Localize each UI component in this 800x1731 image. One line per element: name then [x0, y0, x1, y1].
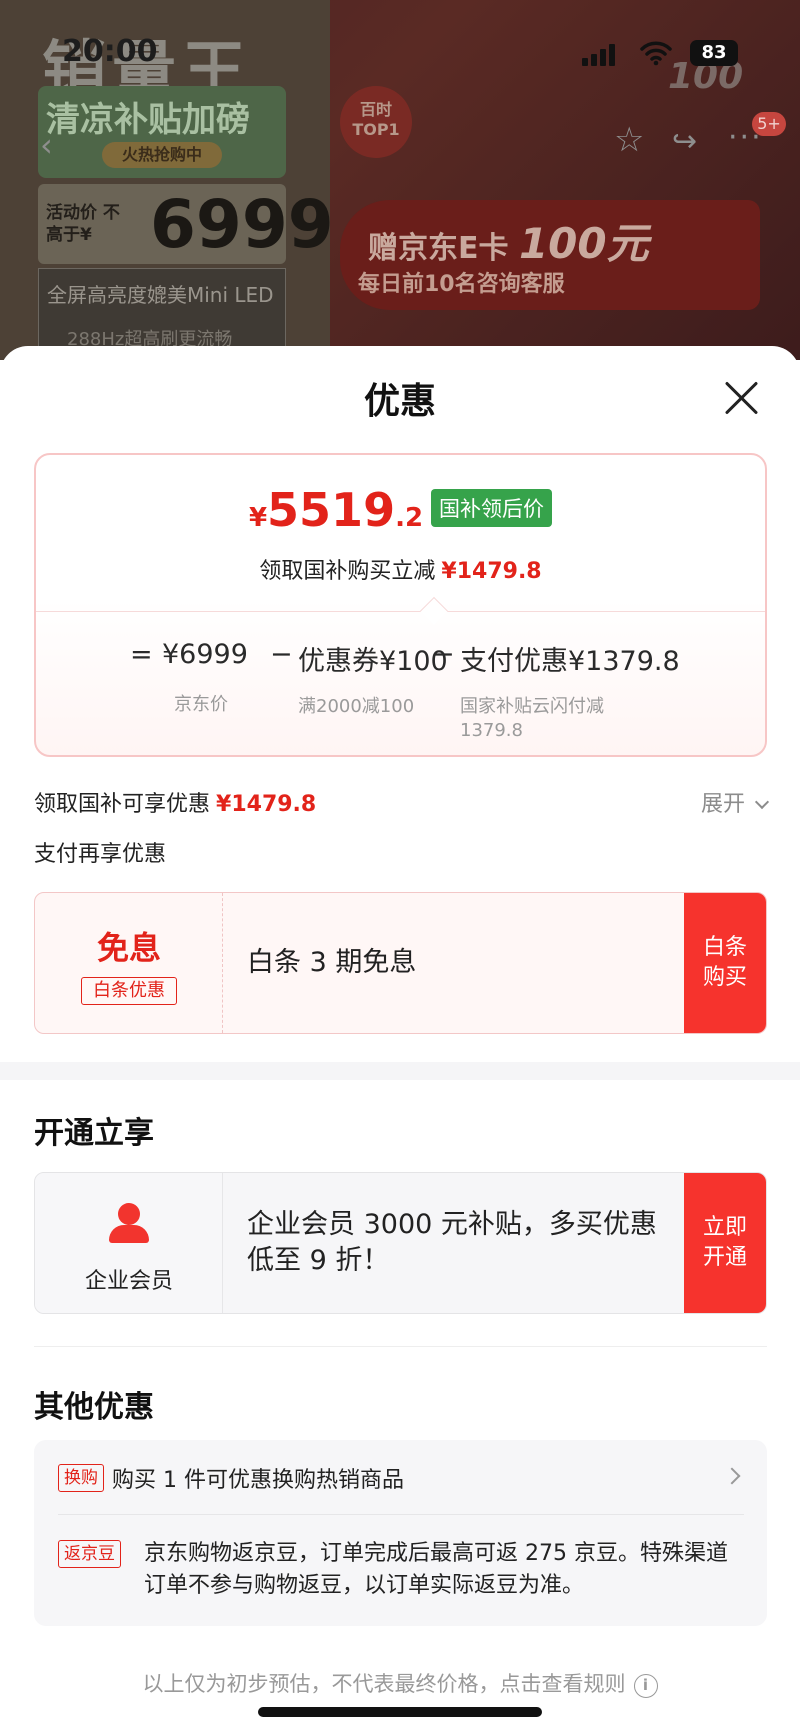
divider: [34, 1346, 767, 1347]
star-icon[interactable]: ☆: [614, 120, 644, 160]
other-section-title: 其他优惠: [34, 1390, 154, 1425]
divider: [58, 1514, 744, 1515]
jingdou-text: 京东购物返京豆，订单完成后最高可返 275 京豆。特殊渠道订单不参与购物返豆，以…: [144, 1541, 728, 1598]
promo-price-block: 活动价 不高于¥ 6999: [38, 184, 334, 264]
formula-minus: −: [270, 639, 293, 670]
chevron-right-icon: [723, 1467, 741, 1485]
subsidy-amount: ¥1479.8: [216, 792, 317, 817]
formula-jd-price: ¥6999: [162, 639, 248, 670]
section-gap: [0, 1062, 800, 1080]
formula-coupon: 优惠券¥100: [298, 646, 448, 677]
info-icon[interactable]: i: [633, 1674, 658, 1698]
status-time: 20:00: [62, 34, 158, 69]
baitiao-offer-badge: 免息 白条优惠: [35, 893, 223, 1033]
price-tag: 国补领后价: [431, 489, 553, 527]
divider: [36, 611, 765, 612]
wifi-icon: [640, 41, 672, 66]
interest-free-text: 免息: [96, 929, 161, 967]
share-icon[interactable]: ↪: [672, 124, 697, 159]
chevron-down-icon: [754, 794, 770, 810]
enterprise-member-text: 企业会员 3000 元补贴，多买优惠低至 9 折！: [247, 1209, 657, 1276]
subsidy-label: 领取国补可享优惠 ¥1479.8: [34, 792, 317, 817]
gift-banner: 赠京东E卡 100元 每日前10名咨询客服: [340, 200, 760, 310]
price-subtitle-text: 领取国补购买立减: [259, 559, 436, 584]
message-badge: 5+: [752, 112, 786, 136]
price-subtitle: 领取国补购买立减 ¥1479.8: [36, 553, 765, 585]
price-currency: ¥: [248, 503, 268, 533]
product-nav-bar: ‹ ☆ ↪ ··· 5+: [0, 110, 800, 170]
sheet-title: 优惠: [363, 381, 436, 422]
user-icon: [107, 1203, 151, 1247]
promo-price-label: 活动价 不高于¥: [46, 203, 120, 245]
baitiao-tag: 白条优惠: [81, 977, 177, 1005]
trade-in-row[interactable]: 换购 购买 1 件可优惠换购热销商品: [58, 1462, 744, 1496]
price-subtitle-amount: ¥1479.8: [441, 559, 542, 584]
other-offers-box: 换购 购买 1 件可优惠换购热销商品 返京豆 京东购物返京豆，订单完成后最高可返 …: [34, 1440, 767, 1626]
member-section-title: 开通立享: [34, 1116, 154, 1151]
chevron-left-icon[interactable]: ‹: [40, 126, 53, 164]
trade-in-tag: 换购: [58, 1464, 104, 1492]
feature-1: 全屏高亮度媲美Mini LED: [47, 283, 274, 307]
signal-icon: [582, 44, 616, 66]
expand-button[interactable]: 展开: [701, 786, 770, 818]
home-indicator: [258, 1707, 542, 1717]
enterprise-member-card: 企业会员 企业会员 3000 元补贴，多买优惠低至 9 折！ 立即开通: [34, 1172, 767, 1314]
baitiao-offer-text: 白条 3 期免息: [247, 947, 417, 978]
jingdou-tag: 返京豆: [58, 1540, 121, 1568]
pointer-notch: [419, 596, 449, 626]
formula-equals: =: [130, 639, 153, 670]
open-membership-button[interactable]: 立即开通: [684, 1173, 766, 1313]
price-decimal: .2: [395, 503, 424, 533]
close-icon[interactable]: [724, 380, 760, 416]
formula-minus: −: [432, 639, 455, 670]
status-bar: 20:00 83: [0, 0, 800, 100]
battery-indicator: 83: [690, 40, 738, 66]
discount-sheet: 优惠 ¥5519.2 国补领后价 领取国补购买立减 ¥1479.8 = ¥6999 …: [0, 346, 800, 1731]
jd-price-label: 京东价: [174, 694, 228, 715]
enterprise-member-label: 企业会员: [84, 1269, 173, 1294]
gift-banner-line2: 每日前10名咨询客服: [358, 272, 565, 297]
rules-footer[interactable]: 以上仅为初步预估，不代表最终价格，点击查看规则 i: [0, 1668, 800, 1698]
baitiao-offer-card: 免息 白条优惠 白条 3 期免息 白条购买: [34, 892, 767, 1034]
price-integer: 5519: [267, 483, 396, 537]
baitiao-buy-button[interactable]: 白条购买: [684, 893, 766, 1033]
enterprise-member-badge: 企业会员: [35, 1173, 223, 1313]
coupon-label: 满2000减100: [298, 696, 415, 717]
gift-banner-line1: 赠京东E卡 100元: [368, 219, 649, 268]
price-summary-card: ¥5519.2 国补领后价 领取国补购买立减 ¥1479.8 = ¥6999 − 优…: [34, 453, 767, 757]
formula-payment: 支付优惠¥1379.8: [460, 646, 680, 677]
payment-label: 国家补贴云闪付减 1379.8: [460, 696, 604, 741]
subsidy-row: 领取国补可享优惠 ¥1479.8 展开: [34, 782, 770, 822]
pay-section-title: 支付再享优惠: [34, 842, 167, 867]
final-price: ¥5519.2 国补领后价: [36, 483, 765, 537]
footer-text: 以上仅为初步预估，不代表最终价格，点击查看规则: [142, 1672, 626, 1696]
trade-in-text: 购买 1 件可优惠换购热销商品: [112, 1468, 404, 1493]
promo-price-value: 6999: [150, 186, 334, 263]
